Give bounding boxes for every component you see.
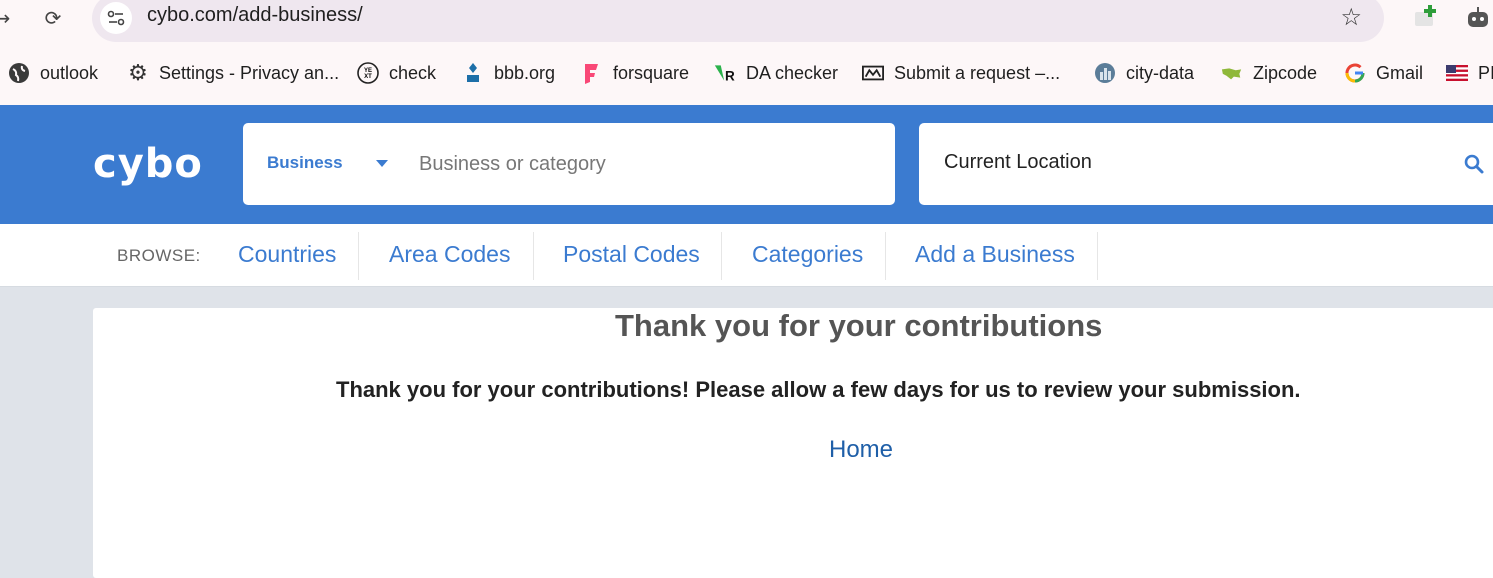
address-bar-row: → ⟳ cybo.com/add-business/ ☆	[0, 0, 1493, 42]
extension-add-icon[interactable]	[1413, 5, 1439, 29]
bookmark-settings[interactable]: ⚙ Settings - Privacy an...	[127, 58, 339, 88]
bookmark-label: bbb.org	[494, 62, 556, 83]
browser-chrome: → ⟳ cybo.com/add-business/ ☆ outlook ⚙ S…	[0, 0, 1493, 105]
bbb-icon	[462, 62, 484, 84]
bookmark-label: Submit a request –...	[894, 62, 1061, 83]
bookmark-star-icon[interactable]: ☆	[1340, 3, 1362, 31]
location-search-box[interactable]: Current Location	[919, 123, 1493, 205]
us-flag-icon	[1446, 62, 1468, 84]
nav-link-countries[interactable]: Countries	[238, 224, 336, 286]
bookmark-city-data[interactable]: city-data	[1094, 58, 1194, 88]
bookmark-outlook[interactable]: outlook	[8, 58, 98, 88]
bookmark-label: Gmail	[1376, 62, 1424, 83]
confirmation-message: Thank you for your contributions! Please…	[336, 377, 1301, 402]
url-text[interactable]: cybo.com/add-business/	[147, 4, 363, 27]
bookmark-label: forsquare	[613, 62, 690, 83]
bookmark-check[interactable]: YE XT check	[357, 58, 436, 88]
bookmark-label: city-data	[1126, 62, 1195, 83]
city-data-icon	[1094, 62, 1116, 84]
bookmark-zipcode[interactable]: Zipcode	[1221, 58, 1317, 88]
search-icon[interactable]	[1463, 153, 1485, 175]
nav-divider	[533, 232, 534, 280]
reload-icon[interactable]: ⟳	[39, 4, 67, 32]
business-search-input[interactable]	[419, 147, 869, 181]
location-field[interactable]: Current Location	[944, 151, 1092, 174]
bookmarks-bar: outlook ⚙ Settings - Privacy an... YE XT …	[0, 58, 1493, 88]
svg-text:R: R	[725, 69, 735, 84]
bookmark-label: check	[389, 62, 437, 83]
bookmark-label: Zipcode	[1253, 62, 1318, 83]
nav-link-area-codes[interactable]: Area Codes	[389, 224, 510, 286]
bookmark-submit-request[interactable]: Submit a request –...	[862, 58, 1060, 88]
search-type-select[interactable]: Business	[267, 153, 343, 173]
omnibox[interactable]: cybo.com/add-business/ ☆	[92, 0, 1384, 42]
nav-divider	[721, 232, 722, 280]
bookmark-da-checker[interactable]: R DA checker	[714, 58, 838, 88]
home-link[interactable]: Home	[829, 436, 893, 464]
confirmation-card: Thank you for your contributions Thank y…	[93, 308, 1493, 578]
bookmark-gmail[interactable]: Gmail	[1344, 58, 1423, 88]
da-checker-icon: R	[714, 62, 736, 84]
svg-text:XT: XT	[364, 74, 372, 80]
cybo-logo[interactable]: cybo	[93, 141, 203, 187]
forward-icon[interactable]: →	[0, 4, 16, 32]
site-header: cybo Business Current Location	[0, 105, 1493, 224]
browse-label: BROWSE:	[117, 246, 201, 265]
extension-robot-icon[interactable]	[1465, 5, 1491, 29]
site-info-icon[interactable]	[100, 2, 132, 34]
bookmark-label: PI	[1478, 62, 1493, 83]
nav-divider	[885, 232, 886, 280]
zendesk-icon	[862, 62, 884, 84]
nav-divider	[1097, 232, 1098, 280]
bookmark-forsquare[interactable]: forsquare	[581, 58, 689, 88]
browse-nav: BROWSE: Countries Area Codes Postal Code…	[0, 224, 1493, 287]
nav-link-add-a-business[interactable]: Add a Business	[915, 224, 1075, 286]
nav-link-categories[interactable]: Categories	[752, 224, 863, 286]
page-title: Thank you for your contributions	[615, 308, 1103, 343]
bookmark-label: Settings - Privacy an...	[159, 62, 340, 83]
bookmark-pi[interactable]: PI	[1446, 58, 1493, 88]
nav-link-postal-codes[interactable]: Postal Codes	[563, 224, 700, 286]
globe-icon	[8, 62, 30, 84]
nav-divider	[358, 232, 359, 280]
foursquare-icon	[581, 62, 603, 84]
usa-map-icon	[1221, 62, 1243, 84]
bookmark-bbb[interactable]: bbb.org	[462, 58, 555, 88]
google-icon	[1344, 62, 1366, 84]
bookmark-label: DA checker	[746, 62, 839, 83]
gear-icon: ⚙	[128, 60, 148, 86]
yext-icon: YE XT	[357, 62, 379, 84]
business-search-box: Business	[243, 123, 895, 205]
bookmark-label: outlook	[40, 62, 99, 83]
chevron-down-icon[interactable]	[376, 160, 388, 167]
